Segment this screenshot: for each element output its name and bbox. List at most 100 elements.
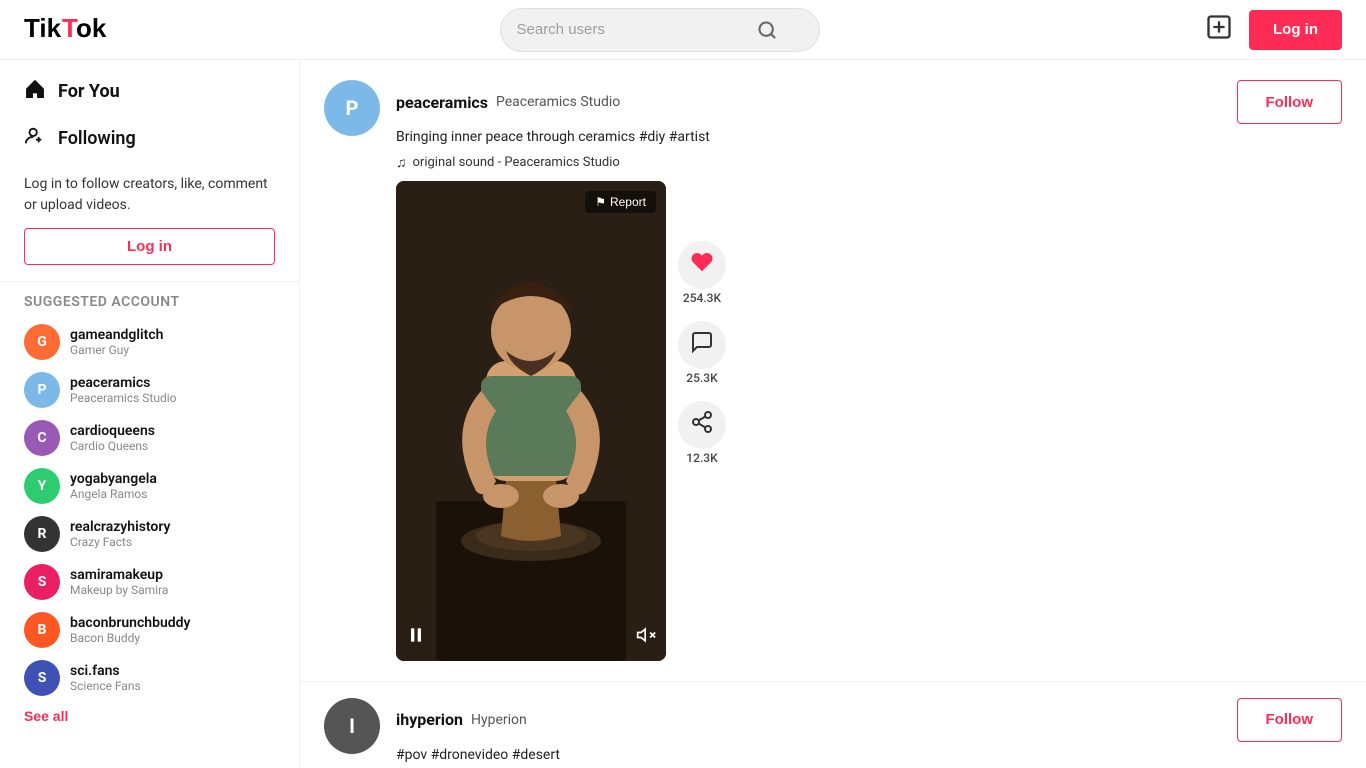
music-note-icon-1: ♫ bbox=[396, 154, 407, 171]
avatar-realcrazyhistory: R bbox=[24, 516, 60, 552]
post-avatar-1[interactable]: P bbox=[324, 80, 380, 136]
post-header-1: peaceramics Peaceramics Studio Follow bbox=[396, 80, 1342, 124]
mute-button-1[interactable] bbox=[636, 625, 656, 651]
login-prompt-text: Log in to follow creators, like, comment… bbox=[24, 174, 275, 216]
video-overlay-1: ⚑ Report bbox=[396, 181, 666, 661]
post-avatar-2[interactable]: I bbox=[324, 698, 380, 754]
feed-post-1: P peaceramics Peaceramics Studio Follow … bbox=[300, 60, 1366, 682]
avatar-yogabyangela: Y bbox=[24, 468, 60, 504]
suggested-account-gameandglitch[interactable]: G gameandglitch Gamer Guy bbox=[24, 318, 275, 366]
suggested-info-baconbrunchbuddy: baconbrunchbuddy Bacon Buddy bbox=[70, 615, 275, 645]
like-group-1: 254.3K bbox=[678, 241, 726, 305]
svg-text:Tik: Tik bbox=[24, 13, 62, 43]
logo-text: Tik T ok bbox=[24, 11, 114, 48]
avatar-scifans: S bbox=[24, 660, 60, 696]
svg-text:ok: ok bbox=[76, 13, 107, 43]
share-group-1: 12.3K bbox=[678, 401, 726, 465]
share-count-1: 12.3K bbox=[686, 451, 717, 465]
username-gameandglitch: gameandglitch bbox=[70, 327, 275, 343]
follow-button-2[interactable]: Follow bbox=[1237, 698, 1343, 742]
following-icon bbox=[24, 125, 46, 152]
avatar-peaceramics: P bbox=[24, 372, 60, 408]
share-icon-1 bbox=[690, 410, 714, 440]
heart-icon-1 bbox=[690, 250, 714, 280]
search-bar[interactable] bbox=[500, 8, 820, 52]
avatar-baconbrunchbuddy: B bbox=[24, 612, 60, 648]
search-input[interactable] bbox=[517, 21, 757, 38]
display-gameandglitch: Gamer Guy bbox=[70, 343, 275, 357]
follow-button-1[interactable]: Follow bbox=[1237, 80, 1343, 124]
post-content-1: peaceramics Peaceramics Studio Follow Br… bbox=[396, 80, 1342, 661]
avatar-cardioqueens: C bbox=[24, 420, 60, 456]
display-scifans: Science Fans bbox=[70, 679, 275, 693]
video-controls-1 bbox=[406, 625, 656, 651]
username-cardioqueens: cardioqueens bbox=[70, 423, 275, 439]
home-icon bbox=[24, 78, 46, 105]
post-content-2: ihyperion Hyperion Follow #pov #dronevid… bbox=[396, 698, 1342, 768]
suggested-info-gameandglitch: gameandglitch Gamer Guy bbox=[70, 327, 275, 357]
comment-group-1: 25.3K bbox=[678, 321, 726, 385]
comment-count-1: 25.3K bbox=[686, 371, 717, 385]
login-prompt-button[interactable]: Log in bbox=[24, 228, 275, 265]
report-label-1: Report bbox=[610, 195, 646, 209]
flag-icon: ⚑ bbox=[595, 195, 606, 209]
following-label: Following bbox=[58, 128, 136, 149]
suggested-account-scifans[interactable]: S sci.fans Science Fans bbox=[24, 654, 275, 702]
post-user-info-2: ihyperion Hyperion bbox=[396, 710, 527, 729]
display-realcrazyhistory: Crazy Facts bbox=[70, 535, 275, 549]
suggested-info-yogabyangela: yogabyangela Angela Ramos bbox=[70, 471, 275, 501]
post-user-info-1: peaceramics Peaceramics Studio bbox=[396, 93, 620, 112]
suggested-account-peaceramics[interactable]: P peaceramics Peaceramics Studio bbox=[24, 366, 275, 414]
comment-button-1[interactable] bbox=[678, 321, 726, 369]
suggested-account-samiramakeup[interactable]: S samiramakeup Makeup by Samira bbox=[24, 558, 275, 606]
post-header-2: ihyperion Hyperion Follow bbox=[396, 698, 1342, 742]
suggested-title: Suggested account bbox=[24, 294, 275, 310]
suggested-account-cardioqueens[interactable]: C cardioqueens Cardio Queens bbox=[24, 414, 275, 462]
sound-text-1: original sound - Peaceramics Studio bbox=[413, 155, 620, 170]
suggested-accounts-section: Suggested account G gameandglitch Gamer … bbox=[0, 282, 299, 738]
display-peaceramics: Peaceramics Studio bbox=[70, 391, 275, 405]
video-player-1[interactable]: ⚑ Report bbox=[396, 181, 666, 661]
username-baconbrunchbuddy: baconbrunchbuddy bbox=[70, 615, 275, 631]
post-description-2: #pov #dronevideo #desert bbox=[396, 746, 1342, 766]
upload-button[interactable] bbox=[1205, 13, 1233, 47]
sidebar-item-for-you[interactable]: For You bbox=[0, 68, 299, 115]
suggested-account-realcrazyhistory[interactable]: R realcrazyhistory Crazy Facts bbox=[24, 510, 275, 558]
display-cardioqueens: Cardio Queens bbox=[70, 439, 275, 453]
feed: P peaceramics Peaceramics Studio Follow … bbox=[300, 60, 1366, 768]
username-samiramakeup: samiramakeup bbox=[70, 567, 275, 583]
username-peaceramics: peaceramics bbox=[70, 375, 275, 391]
header-right: Log in bbox=[1205, 10, 1342, 50]
username-scifans: sci.fans bbox=[70, 663, 275, 679]
avatar-samiramakeup: S bbox=[24, 564, 60, 600]
comment-icon-1 bbox=[690, 330, 714, 360]
username-realcrazyhistory: realcrazyhistory bbox=[70, 519, 275, 535]
post-display-2: Hyperion bbox=[471, 712, 527, 728]
like-count-1: 254.3K bbox=[683, 291, 721, 305]
sidebar: For You Following Log in to follow creat… bbox=[0, 60, 300, 768]
post-description-1: Bringing inner peace through ceramics #d… bbox=[396, 128, 1342, 148]
suggested-account-yogabyangela[interactable]: Y yogabyangela Angela Ramos bbox=[24, 462, 275, 510]
post-sound-1: ♫ original sound - Peaceramics Studio bbox=[396, 154, 1342, 171]
for-you-label: For You bbox=[58, 81, 120, 102]
sidebar-item-following[interactable]: Following bbox=[0, 115, 299, 162]
like-button-1[interactable] bbox=[678, 241, 726, 289]
suggested-info-scifans: sci.fans Science Fans bbox=[70, 663, 275, 693]
share-button-1[interactable] bbox=[678, 401, 726, 449]
login-prompt: Log in to follow creators, like, comment… bbox=[0, 162, 299, 282]
main-layout: For You Following Log in to follow creat… bbox=[0, 60, 1366, 768]
header: Tik T ok Log in bbox=[0, 0, 1366, 60]
see-all-button[interactable]: See all bbox=[24, 702, 68, 730]
username-yogabyangela: yogabyangela bbox=[70, 471, 275, 487]
post-username-2[interactable]: ihyperion bbox=[396, 710, 463, 729]
display-yogabyangela: Angela Ramos bbox=[70, 487, 275, 501]
search-button[interactable] bbox=[757, 20, 777, 40]
suggested-info-realcrazyhistory: realcrazyhistory Crazy Facts bbox=[70, 519, 275, 549]
pause-button-1[interactable] bbox=[406, 625, 426, 651]
suggested-account-baconbrunchbuddy[interactable]: B baconbrunchbuddy Bacon Buddy bbox=[24, 606, 275, 654]
login-button[interactable]: Log in bbox=[1249, 10, 1342, 50]
post-username-1[interactable]: peaceramics bbox=[396, 93, 488, 112]
avatar-gameandglitch: G bbox=[24, 324, 60, 360]
logo[interactable]: Tik T ok bbox=[24, 11, 114, 48]
report-button-1[interactable]: ⚑ Report bbox=[585, 191, 656, 213]
